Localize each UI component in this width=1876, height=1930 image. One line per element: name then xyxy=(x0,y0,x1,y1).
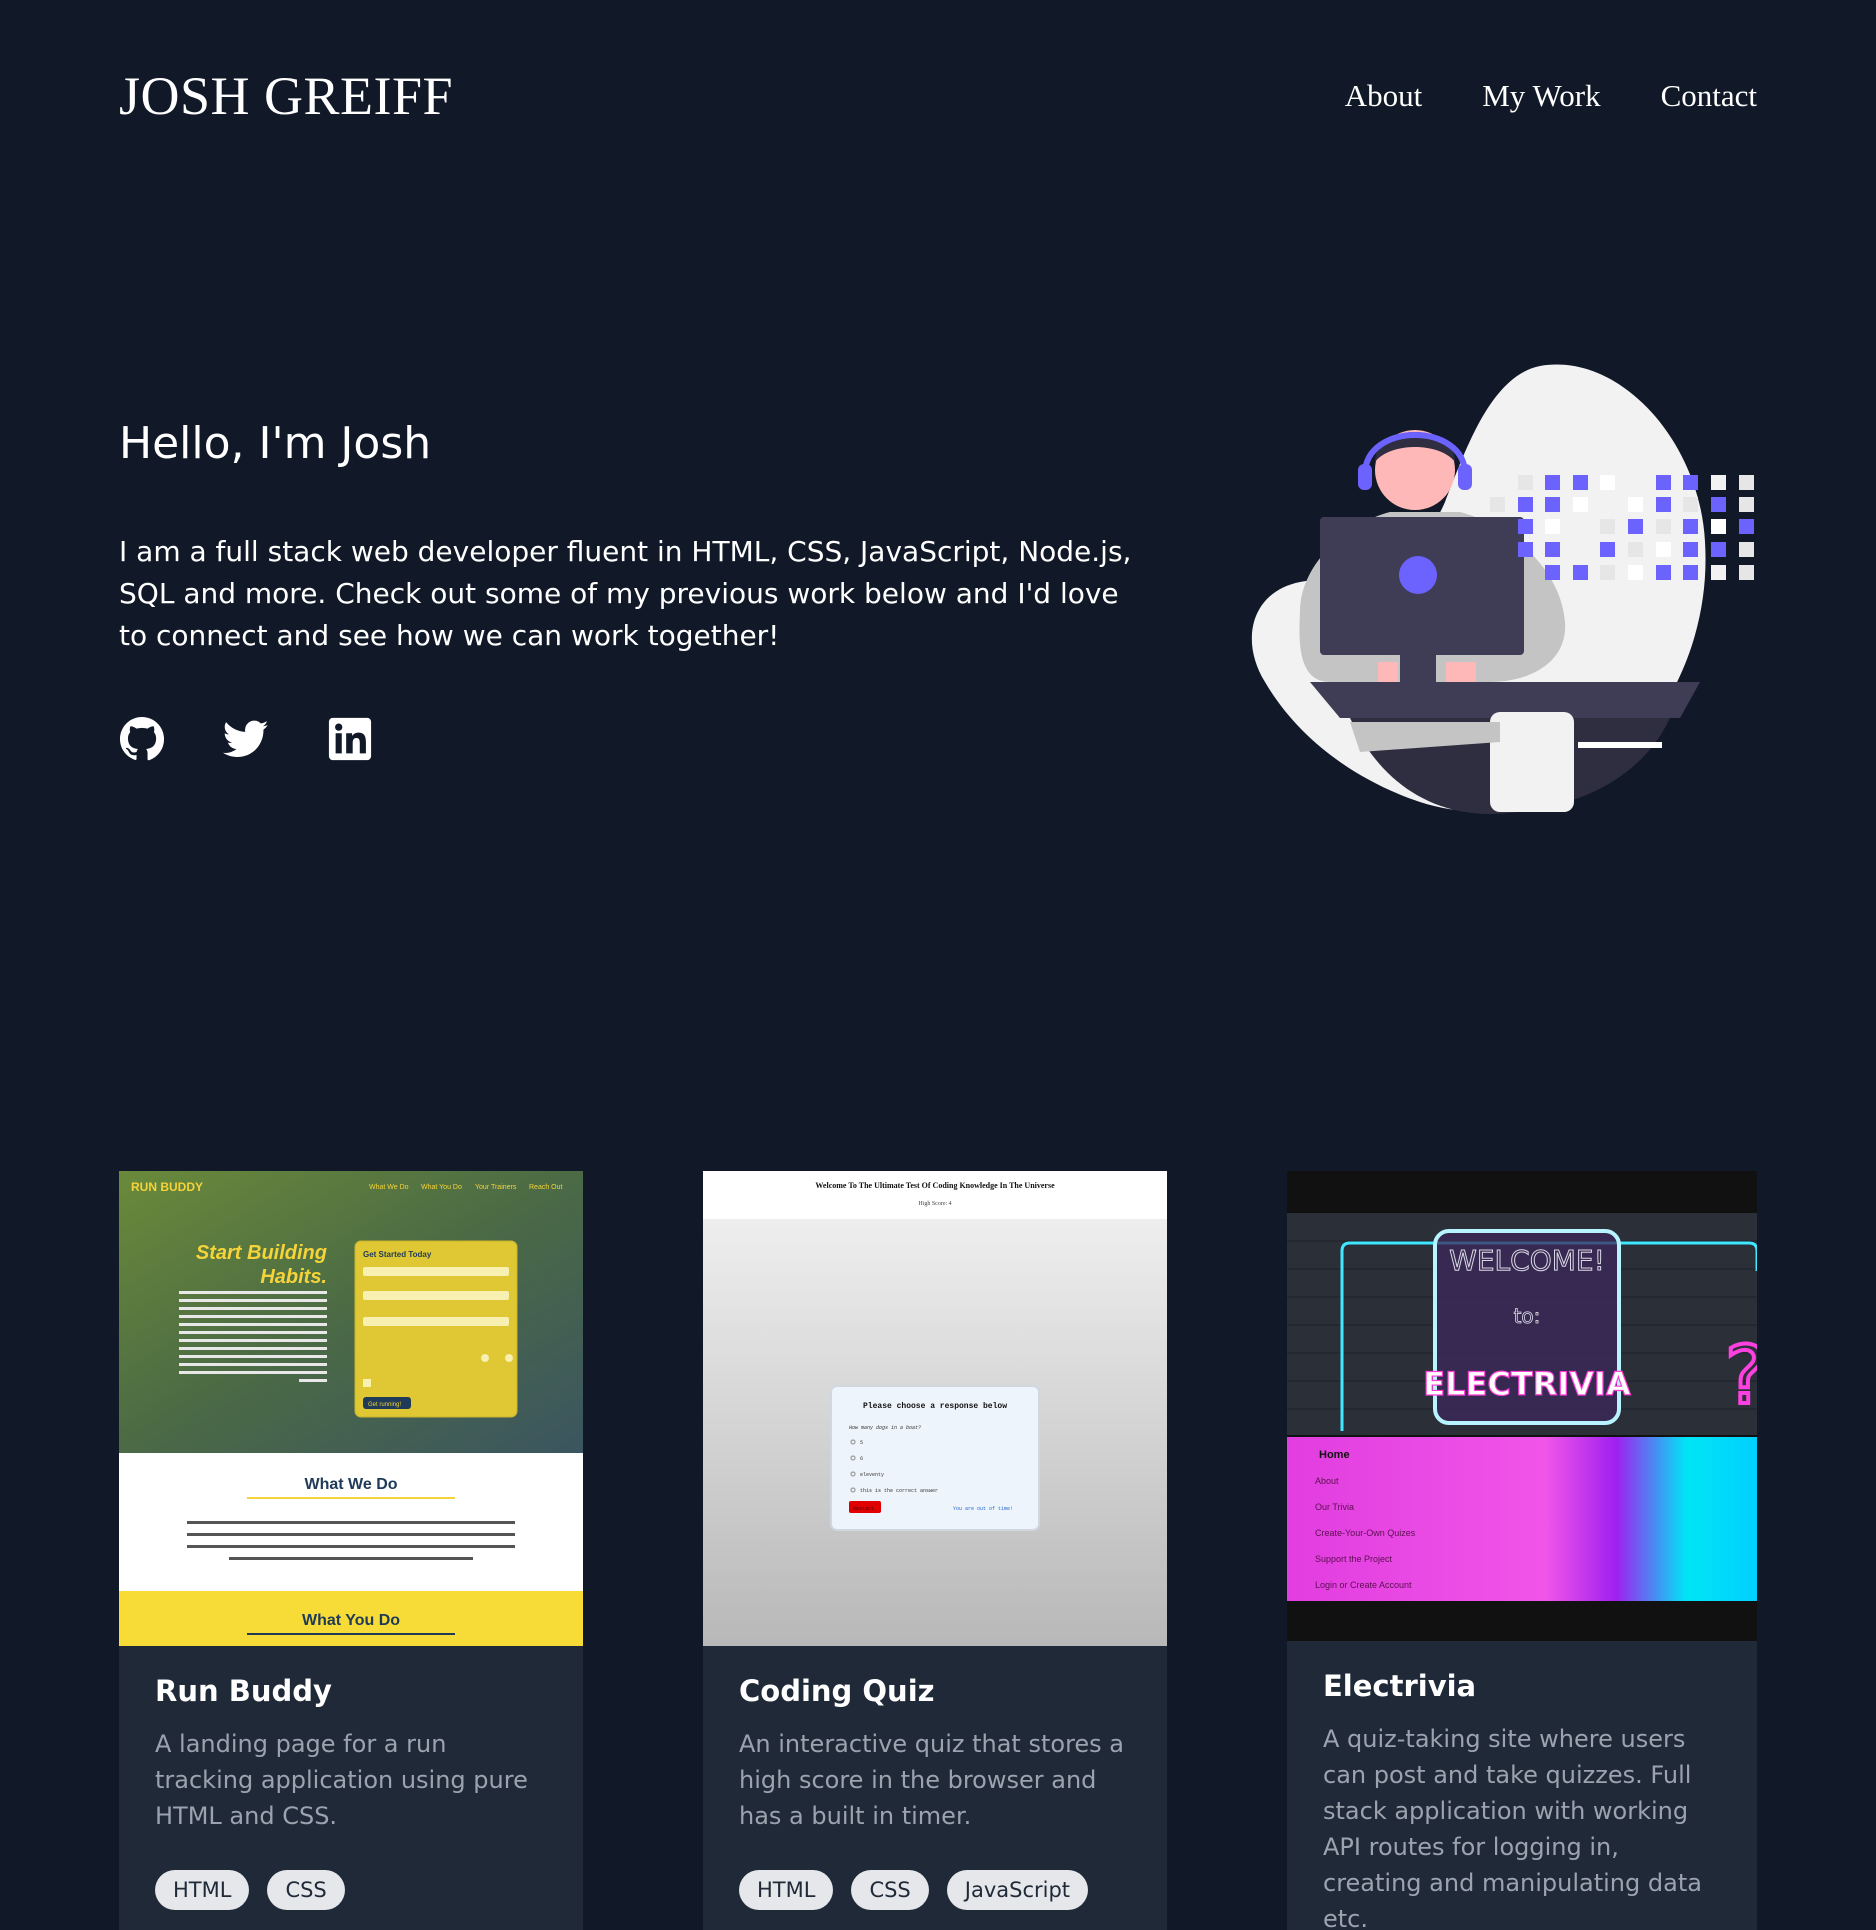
cq-high-score: High Score: 4 xyxy=(918,1201,951,1207)
rb-section-2: What You Do xyxy=(302,1612,400,1629)
cq-heading: Welcome To The Ultimate Test Of Coding K… xyxy=(815,1181,1055,1190)
social-links xyxy=(119,716,373,762)
tag-javascript: JavaScript xyxy=(946,1870,1089,1910)
cq-option-2: 6 xyxy=(860,1456,863,1462)
nav-about[interactable]: About xyxy=(1345,78,1423,114)
linkedin-icon[interactable] xyxy=(327,716,373,762)
hero-title: Hello, I'm Josh xyxy=(119,418,432,469)
project-tags: HTML CSS JavaScript xyxy=(739,1870,1131,1910)
cq-option-4: this is the correct answer xyxy=(860,1488,938,1494)
el-sign-1: WELCOME! xyxy=(1449,1244,1605,1277)
project-thumbnail[interactable]: RUN BUDDY What We Do What You Do Your Tr… xyxy=(119,1171,583,1646)
project-card-coding-quiz[interactable]: Welcome To The Ultimate Test Of Coding K… xyxy=(703,1171,1167,1930)
svg-text:?: ? xyxy=(1725,1329,1757,1422)
rb-nav-2: What You Do xyxy=(421,1184,462,1191)
cq-panel-title: Please choose a response below xyxy=(863,1402,1007,1411)
site-header: JOSH GREIFF About My Work Contact xyxy=(119,64,1757,128)
tag-css: CSS xyxy=(267,1870,345,1910)
hero-illustration xyxy=(1240,362,1760,818)
el-sign-3: ELECTRIVIA xyxy=(1423,1365,1631,1403)
el-menu-6: Login or Create Account xyxy=(1315,1580,1412,1590)
project-card-electrivia[interactable]: WELCOME! to: ELECTRIVIA ? Home About Our… xyxy=(1287,1171,1757,1930)
nav-my-work[interactable]: My Work xyxy=(1482,78,1600,114)
el-sign-2: to: xyxy=(1514,1304,1541,1328)
rb-section-1: What We Do xyxy=(304,1476,397,1493)
el-menu-3: Our Trivia xyxy=(1315,1502,1354,1512)
el-menu-1: Home xyxy=(1319,1449,1350,1461)
project-description: An interactive quiz that stores a high s… xyxy=(739,1730,1125,1830)
project-thumbnail[interactable]: WELCOME! to: ELECTRIVIA ? Home About Our… xyxy=(1287,1171,1757,1641)
hero-description: I am a full stack web developer fluent i… xyxy=(119,535,1132,652)
cq-button: Restart xyxy=(853,1506,874,1512)
el-menu-2: About xyxy=(1315,1476,1339,1486)
project-card-body: Electrivia A quiz-taking site where user… xyxy=(1287,1641,1757,1930)
tag-css: CSS xyxy=(851,1870,929,1910)
tag-html: HTML xyxy=(739,1870,834,1910)
site-logo[interactable]: JOSH GREIFF xyxy=(119,65,453,127)
twitter-icon[interactable] xyxy=(223,716,269,762)
cq-option-1: 5 xyxy=(860,1440,863,1446)
project-title[interactable]: Run Buddy xyxy=(155,1674,547,1708)
project-thumbnail[interactable]: Welcome To The Ultimate Test Of Coding K… xyxy=(703,1171,1167,1646)
project-description: A quiz-taking site where users can post … xyxy=(1323,1725,1702,1930)
rb-form-title: Get Started Today xyxy=(363,1250,432,1259)
nav-contact[interactable]: Contact xyxy=(1661,78,1757,114)
project-card-run-buddy[interactable]: RUN BUDDY What We Do What You Do Your Tr… xyxy=(119,1171,583,1930)
cq-status: You are out of time! xyxy=(953,1506,1013,1512)
github-icon[interactable] xyxy=(119,716,165,762)
project-card-body: Run Buddy A landing page for a run track… xyxy=(119,1646,583,1930)
el-menu-5: Support the Project xyxy=(1315,1554,1393,1564)
tag-html: HTML xyxy=(155,1870,250,1910)
project-card-body: Coding Quiz An interactive quiz that sto… xyxy=(703,1646,1167,1930)
project-title[interactable]: Coding Quiz xyxy=(739,1674,1131,1708)
project-tags: HTML CSS xyxy=(155,1870,547,1910)
rb-form-button: Get running! xyxy=(368,1402,401,1408)
project-description: A landing page for a run tracking applic… xyxy=(155,1730,528,1830)
project-title[interactable]: Electrivia xyxy=(1323,1669,1721,1703)
cq-question: How many dogs in a boat? xyxy=(849,1425,921,1431)
rb-nav-3: Your Trainers xyxy=(475,1184,517,1191)
rb-nav-4: Reach Out xyxy=(529,1184,563,1191)
rb-nav-1: What We Do xyxy=(369,1184,409,1191)
cq-option-3: eleventy xyxy=(860,1472,884,1478)
el-menu-4: Create-Your-Own Quizes xyxy=(1315,1528,1416,1538)
main-nav: About My Work Contact xyxy=(1345,78,1757,114)
rb-brand: RUN BUDDY xyxy=(131,1180,203,1194)
rb-headline-1: Start Building xyxy=(196,1242,327,1264)
rb-headline-2: Habits. xyxy=(260,1266,327,1288)
